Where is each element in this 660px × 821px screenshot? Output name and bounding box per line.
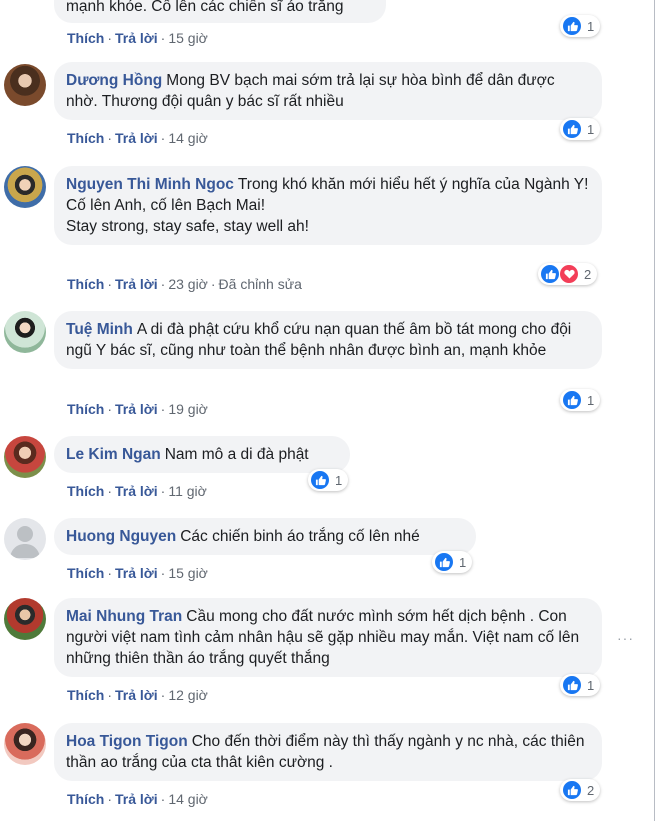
comment-time[interactable]: 19 giờ bbox=[168, 401, 208, 417]
reply-link[interactable]: Trả lời bbox=[115, 401, 158, 417]
comment-time[interactable]: 15 giờ bbox=[168, 565, 208, 581]
avatar[interactable] bbox=[4, 166, 46, 208]
reply-link[interactable]: Trả lời bbox=[115, 30, 158, 46]
reaction-summary[interactable]: 1 bbox=[560, 15, 601, 37]
reaction-count: 1 bbox=[587, 18, 595, 34]
reply-link[interactable]: Trả lời bbox=[115, 130, 158, 146]
avatar[interactable] bbox=[4, 598, 46, 640]
comment-author[interactable]: Nguyen Thi Minh Ngoc bbox=[66, 176, 234, 193]
comment-text: mạnh khỏe. Cố lên các chiến sĩ áo trắng bbox=[66, 0, 344, 15]
comment-bubble: Nguyen Thi Minh Ngoc Trong khó khăn mới h… bbox=[54, 166, 602, 245]
reaction-summary[interactable]: 1 bbox=[308, 469, 349, 491]
love-icon bbox=[559, 264, 579, 284]
like-icon bbox=[562, 390, 582, 410]
reaction-summary[interactable]: 2 bbox=[538, 263, 598, 285]
comment-actions: Thích · Trả lời · 19 giờ bbox=[67, 401, 208, 417]
comment-text: Trong khó khăn mới hiểu hết ý nghĩa của … bbox=[237, 176, 589, 193]
comment-bubble: Mai Nhung Tran Cầu mong cho đất nước mình… bbox=[54, 598, 602, 677]
reaction-count: 2 bbox=[584, 266, 592, 282]
comment-text: Nam mô a di đà phật bbox=[164, 446, 309, 463]
avatar[interactable] bbox=[4, 64, 46, 106]
edited-label[interactable]: Đã chỉnh sửa bbox=[219, 276, 302, 292]
reaction-summary[interactable]: 1 bbox=[560, 674, 601, 696]
more-options-icon[interactable]: ··· bbox=[617, 631, 643, 645]
comment-actions: Thích · Trả lời · 12 giờ bbox=[67, 687, 208, 703]
comment-author[interactable]: Hoa Tigon Tigon bbox=[66, 733, 188, 750]
comment-time[interactable]: 23 giờ bbox=[168, 276, 208, 292]
comment-bubble: Huong Nguyen Các chiến binh áo trắng cố l… bbox=[54, 518, 476, 555]
like-link[interactable]: Thích bbox=[67, 276, 104, 292]
like-link[interactable]: Thích bbox=[67, 30, 104, 46]
comment-author[interactable]: Tuệ Minh bbox=[66, 321, 133, 338]
like-icon bbox=[540, 264, 560, 284]
comment-bubble: Hoa Tigon Tigon Cho đến thời điểm này thì… bbox=[54, 723, 602, 781]
reaction-count: 2 bbox=[587, 782, 595, 798]
avatar[interactable] bbox=[4, 311, 46, 353]
like-link[interactable]: Thích bbox=[67, 483, 104, 499]
like-icon bbox=[562, 119, 582, 139]
like-icon bbox=[562, 780, 582, 800]
comment-bubble: mạnh khỏe. Cố lên các chiến sĩ áo trắng bbox=[54, 0, 386, 23]
comment-text: Các chiến binh áo trắng cố lên nhé bbox=[180, 528, 420, 545]
comment-actions: Thích · Trả lời · 15 giờ bbox=[67, 30, 208, 46]
comment-actions: Thích · Trả lời · 11 giờ bbox=[67, 483, 207, 499]
reaction-count: 1 bbox=[587, 677, 595, 693]
comment-text-line: Stay strong, stay safe, stay well ah! bbox=[66, 218, 309, 235]
reaction-summary[interactable]: 2 bbox=[560, 779, 601, 801]
reaction-count: 1 bbox=[587, 392, 595, 408]
like-icon bbox=[562, 675, 582, 695]
comment-author[interactable]: Le Kim Ngan bbox=[66, 446, 161, 463]
like-link[interactable]: Thích bbox=[67, 791, 104, 807]
avatar[interactable] bbox=[4, 723, 46, 765]
comment-author[interactable]: Mai Nhung Tran bbox=[66, 608, 182, 625]
reply-link[interactable]: Trả lời bbox=[115, 483, 158, 499]
comment-actions: Thích · Trả lời · 14 giờ bbox=[67, 130, 208, 146]
like-link[interactable]: Thích bbox=[67, 130, 104, 146]
comment-bubble: Tuệ Minh A di đà phật cứu khổ cứu nạn qua… bbox=[54, 311, 602, 369]
like-icon bbox=[562, 16, 582, 36]
reaction-summary[interactable]: 1 bbox=[560, 389, 601, 411]
reaction-count: 1 bbox=[587, 121, 595, 137]
like-link[interactable]: Thích bbox=[67, 687, 104, 703]
comment-author[interactable]: Huong Nguyen bbox=[66, 528, 176, 545]
like-link[interactable]: Thích bbox=[67, 565, 104, 581]
comment-actions: Thích · Trả lời · 14 giờ bbox=[67, 791, 208, 807]
reaction-summary[interactable]: 1 bbox=[432, 551, 473, 573]
comment-time[interactable]: 15 giờ bbox=[168, 30, 208, 46]
reply-link[interactable]: Trả lời bbox=[115, 791, 158, 807]
comment-time[interactable]: 14 giờ bbox=[168, 791, 208, 807]
reply-link[interactable]: Trả lời bbox=[115, 687, 158, 703]
comment-author[interactable]: Dương Hồng bbox=[66, 72, 162, 89]
avatar[interactable] bbox=[4, 436, 46, 478]
scrollbar-track[interactable] bbox=[654, 0, 655, 821]
like-icon bbox=[434, 552, 454, 572]
like-icon bbox=[310, 470, 330, 490]
reply-link[interactable]: Trả lời bbox=[115, 276, 158, 292]
comment-time[interactable]: 11 giờ bbox=[168, 483, 207, 499]
reply-link[interactable]: Trả lời bbox=[115, 565, 158, 581]
comment-time[interactable]: 12 giờ bbox=[168, 687, 208, 703]
reaction-count: 1 bbox=[459, 554, 467, 570]
like-link[interactable]: Thích bbox=[67, 401, 104, 417]
comment-text-line: Cố lên Anh, cố lên Bạch Mai! bbox=[66, 197, 266, 214]
comment-text: A di đà phật cứu khổ cứu nạn quan thế âm… bbox=[66, 321, 572, 359]
comment-actions: Thích · Trả lời · 23 giờ · Đã chỉnh sửa bbox=[67, 276, 302, 292]
comment-time[interactable]: 14 giờ bbox=[168, 130, 208, 146]
comment-bubble: Dương Hồng Mong BV bạch mai sớm trả lại s… bbox=[54, 62, 602, 120]
reaction-summary[interactable]: 1 bbox=[560, 118, 601, 140]
default-avatar-icon bbox=[10, 526, 40, 558]
avatar[interactable] bbox=[4, 518, 46, 560]
comment-actions: Thích · Trả lời · 15 giờ bbox=[67, 565, 208, 581]
comment-bubble: Le Kim Ngan Nam mô a di đà phật bbox=[54, 436, 350, 473]
reaction-count: 1 bbox=[335, 472, 343, 488]
